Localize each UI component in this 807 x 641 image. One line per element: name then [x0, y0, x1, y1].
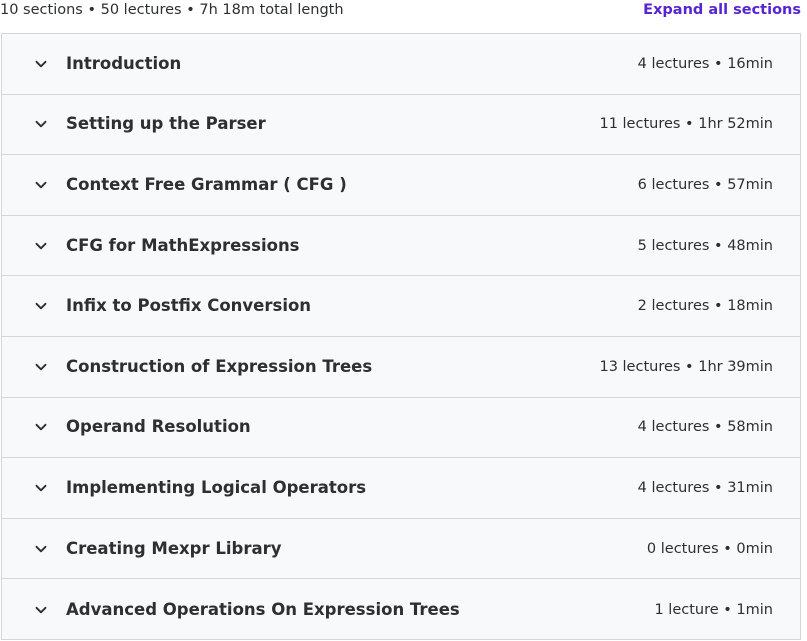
section-row-setting-up-the-parser[interactable]: Setting up the Parser 11 lectures • 1hr …: [2, 94, 800, 156]
course-content-summary: 10 sections • 50 lectures • 7h 18m total…: [0, 2, 344, 18]
chevron-down-icon: [34, 178, 48, 192]
section-row-context-free-grammar[interactable]: Context Free Grammar ( CFG ) 6 lectures …: [2, 155, 800, 216]
chevron-down-icon: [34, 420, 48, 434]
expand-all-sections-button[interactable]: Expand all sections: [643, 0, 801, 20]
chevron-down-icon: [34, 117, 48, 131]
section-title: Introduction: [66, 53, 182, 73]
section-lecture-count-duration: 6 lectures • 57min: [637, 176, 773, 193]
chevron-down-icon: [34, 299, 48, 313]
section-row-introduction[interactable]: Introduction 4 lectures • 16min: [2, 34, 800, 95]
section-title: Context Free Grammar ( CFG ): [66, 174, 347, 194]
section-title: Setting up the Parser: [66, 114, 266, 134]
section-row-infix-to-postfix-conversion[interactable]: Infix to Postfix Conversion 2 lectures •…: [2, 276, 800, 337]
section-row-advanced-operations-on-expression-trees[interactable]: Advanced Operations On Expression Trees …: [2, 579, 800, 639]
section-title: Construction of Expression Trees: [66, 356, 373, 376]
chevron-down-icon: [34, 360, 48, 374]
section-title: Advanced Operations On Expression Trees: [66, 599, 460, 619]
section-lecture-count-duration: 4 lectures • 31min: [637, 479, 773, 496]
section-lecture-count-duration: 2 lectures • 18min: [637, 298, 773, 315]
section-lecture-count-duration: 4 lectures • 58min: [637, 419, 773, 436]
chevron-down-icon: [34, 542, 48, 556]
chevron-down-icon: [34, 57, 48, 71]
section-row-implementing-logical-operators[interactable]: Implementing Logical Operators 4 lecture…: [2, 458, 800, 519]
section-title: CFG for MathExpressions: [66, 235, 300, 255]
section-title: Operand Resolution: [66, 417, 251, 437]
section-lecture-count-duration: 5 lectures • 48min: [637, 237, 773, 254]
section-lecture-count-duration: 13 lectures • 1hr 39min: [599, 358, 773, 375]
section-lecture-count-duration: 4 lectures • 16min: [637, 55, 773, 72]
section-title: Creating Mexpr Library: [66, 538, 282, 558]
section-row-construction-of-expression-trees[interactable]: Construction of Expression Trees 13 lect…: [2, 336, 800, 398]
chevron-down-icon: [34, 603, 48, 617]
section-title: Implementing Logical Operators: [66, 477, 367, 497]
section-lecture-count-duration: 1 lecture • 1min: [654, 601, 773, 618]
section-lecture-count-duration: 11 lectures • 1hr 52min: [599, 116, 773, 133]
curriculum-header: 10 sections • 50 lectures • 7h 18m total…: [0, 0, 807, 33]
section-lecture-count-duration: 0 lectures • 0min: [646, 540, 773, 557]
section-row-operand-resolution[interactable]: Operand Resolution 4 lectures • 58min: [2, 397, 800, 459]
section-title: Infix to Postfix Conversion: [66, 296, 312, 316]
chevron-down-icon: [34, 239, 48, 253]
section-row-cfg-for-mathexpressions[interactable]: CFG for MathExpressions 5 lectures • 48m…: [2, 215, 800, 277]
chevron-down-icon: [34, 481, 48, 495]
section-row-creating-mexpr-library[interactable]: Creating Mexpr Library 0 lectures • 0min: [2, 518, 800, 580]
curriculum-sections-list: Introduction 4 lectures • 16min Setting …: [1, 33, 801, 640]
